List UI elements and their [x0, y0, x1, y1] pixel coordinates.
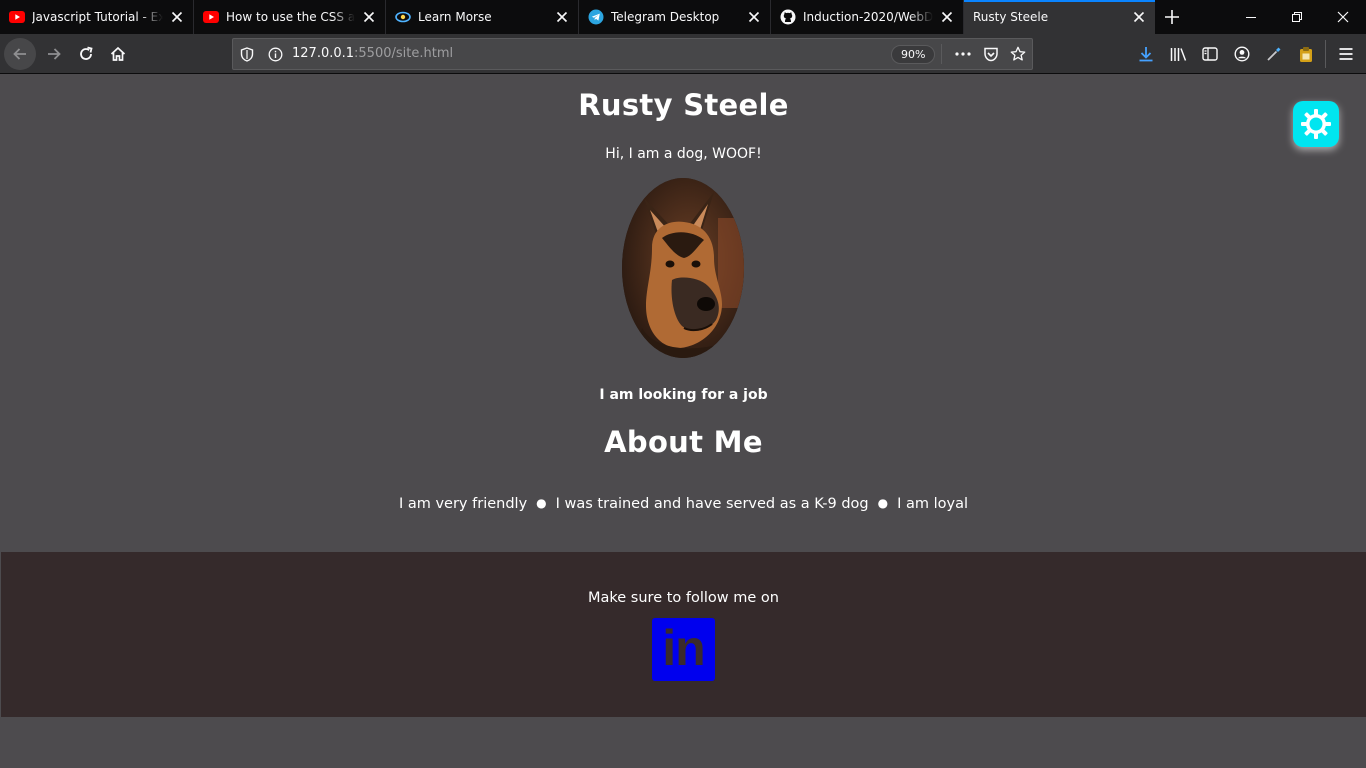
- tab-learn-morse[interactable]: Learn Morse: [386, 0, 579, 34]
- library-button[interactable]: [1162, 38, 1194, 70]
- arrow-right-icon: [48, 48, 61, 60]
- toolbar-separator: [1325, 40, 1326, 68]
- arrow-left-icon: [13, 48, 26, 60]
- open-menu-button[interactable]: [1330, 38, 1362, 70]
- tab-title: Telegram Desktop: [611, 10, 720, 24]
- eyedropper-extension-button[interactable]: [1258, 38, 1290, 70]
- tab-title: How to use the CSS attr(): [226, 10, 355, 24]
- job-status-text: I am looking for a job: [599, 387, 768, 403]
- hamburger-menu-icon: [1339, 48, 1353, 60]
- tab-github-induction[interactable]: Induction-2020/WebDevel: [771, 0, 964, 34]
- pocket-icon[interactable]: [983, 46, 999, 62]
- settings-button[interactable]: [1293, 101, 1339, 147]
- close-tab-icon[interactable]: [361, 9, 377, 25]
- tab-title: Javascript Tutorial - Extern: [32, 10, 163, 24]
- tab-strip: Javascript Tutorial - Extern How to use …: [0, 0, 1366, 34]
- forward-button[interactable]: [38, 38, 70, 70]
- morse-site-icon: [395, 9, 411, 25]
- youtube-icon: [9, 9, 25, 25]
- linkedin-icon: in: [662, 619, 705, 676]
- window-controls: [1228, 0, 1366, 34]
- reload-icon: [80, 46, 93, 60]
- sidebar-button[interactable]: [1194, 38, 1226, 70]
- account-button[interactable]: [1226, 38, 1258, 70]
- library-icon: [1170, 47, 1186, 61]
- downloads-button[interactable]: [1130, 38, 1162, 70]
- home-button[interactable]: [102, 38, 134, 70]
- close-tab-icon[interactable]: [554, 9, 570, 25]
- restore-icon: [1292, 12, 1302, 22]
- close-tab-icon[interactable]: [746, 9, 762, 25]
- home-icon: [110, 46, 126, 61]
- telegram-icon: [588, 9, 604, 25]
- tab-javascript-tutorial[interactable]: Javascript Tutorial - Extern: [0, 0, 194, 34]
- site-info-icon[interactable]: [267, 46, 283, 62]
- close-window-button[interactable]: [1320, 0, 1366, 34]
- close-icon: [1337, 11, 1349, 23]
- restore-button[interactable]: [1274, 0, 1320, 34]
- eyedropper-icon: [1267, 47, 1281, 61]
- account-icon: [1234, 46, 1250, 62]
- bullet-separator: ●: [536, 496, 547, 510]
- about-heading: About Me: [604, 425, 763, 459]
- follow-text: Make sure to follow me on: [588, 590, 779, 606]
- bookmark-star-icon[interactable]: [1010, 46, 1026, 62]
- bullet-separator: ●: [877, 496, 889, 510]
- list-item: I am loyal: [897, 496, 969, 512]
- zoom-indicator[interactable]: 90%: [891, 45, 936, 64]
- gear-icon: [1301, 109, 1331, 139]
- page-title: Rusty Steele: [578, 88, 789, 122]
- clipboard-icon: [1300, 46, 1312, 62]
- youtube-icon: [203, 9, 219, 25]
- url-host: 127.0.0.1: [292, 46, 355, 61]
- clipboard-extension-button[interactable]: [1290, 38, 1322, 70]
- download-icon: [1139, 47, 1153, 62]
- tracking-protection-shield-icon[interactable]: [239, 46, 255, 62]
- minimize-button[interactable]: [1228, 0, 1274, 34]
- list-item: I was trained and have served as a K-9 d…: [555, 496, 869, 512]
- url-separator: [941, 44, 942, 64]
- close-tab-icon[interactable]: [169, 9, 185, 25]
- back-button[interactable]: [4, 38, 36, 70]
- tab-telegram[interactable]: Telegram Desktop: [579, 0, 771, 34]
- new-tab-button[interactable]: [1155, 0, 1189, 34]
- traits-list: I am very friendly ● I was trained and hav…: [1, 496, 1366, 512]
- navigation-toolbar: 127.0.0.1:5500/site.html 90%: [0, 34, 1366, 74]
- close-tab-icon[interactable]: [939, 9, 955, 25]
- minimize-icon: [1246, 17, 1256, 18]
- close-tab-icon[interactable]: [1131, 9, 1147, 25]
- tab-title: Learn Morse: [418, 10, 492, 24]
- reload-button[interactable]: [70, 38, 102, 70]
- sidebar-icon: [1202, 47, 1218, 61]
- linkedin-link[interactable]: in: [652, 618, 715, 681]
- tagline: Hi, I am a dog, WOOF!: [605, 146, 762, 162]
- tab-rusty-steele[interactable]: Rusty Steele: [964, 0, 1155, 34]
- github-icon: [780, 9, 796, 25]
- tab-title: Rusty Steele: [973, 10, 1049, 24]
- page-actions-icon[interactable]: [955, 46, 971, 62]
- list-item: I am very friendly: [398, 496, 528, 512]
- tab-css-attr[interactable]: How to use the CSS attr(): [194, 0, 386, 34]
- url-text: 127.0.0.1:5500/site.html: [292, 39, 453, 69]
- page-content: Rusty Steele Hi, I am a dog, WOOF! I am …: [1, 74, 1366, 768]
- plus-icon: [1165, 10, 1179, 24]
- dog-photo: [622, 178, 744, 358]
- footer: Make sure to follow me on in: [1, 552, 1366, 717]
- url-bar[interactable]: 127.0.0.1:5500/site.html 90%: [232, 38, 1033, 70]
- tab-title: Induction-2020/WebDevel: [803, 10, 933, 24]
- url-path: :5500/site.html: [354, 46, 454, 61]
